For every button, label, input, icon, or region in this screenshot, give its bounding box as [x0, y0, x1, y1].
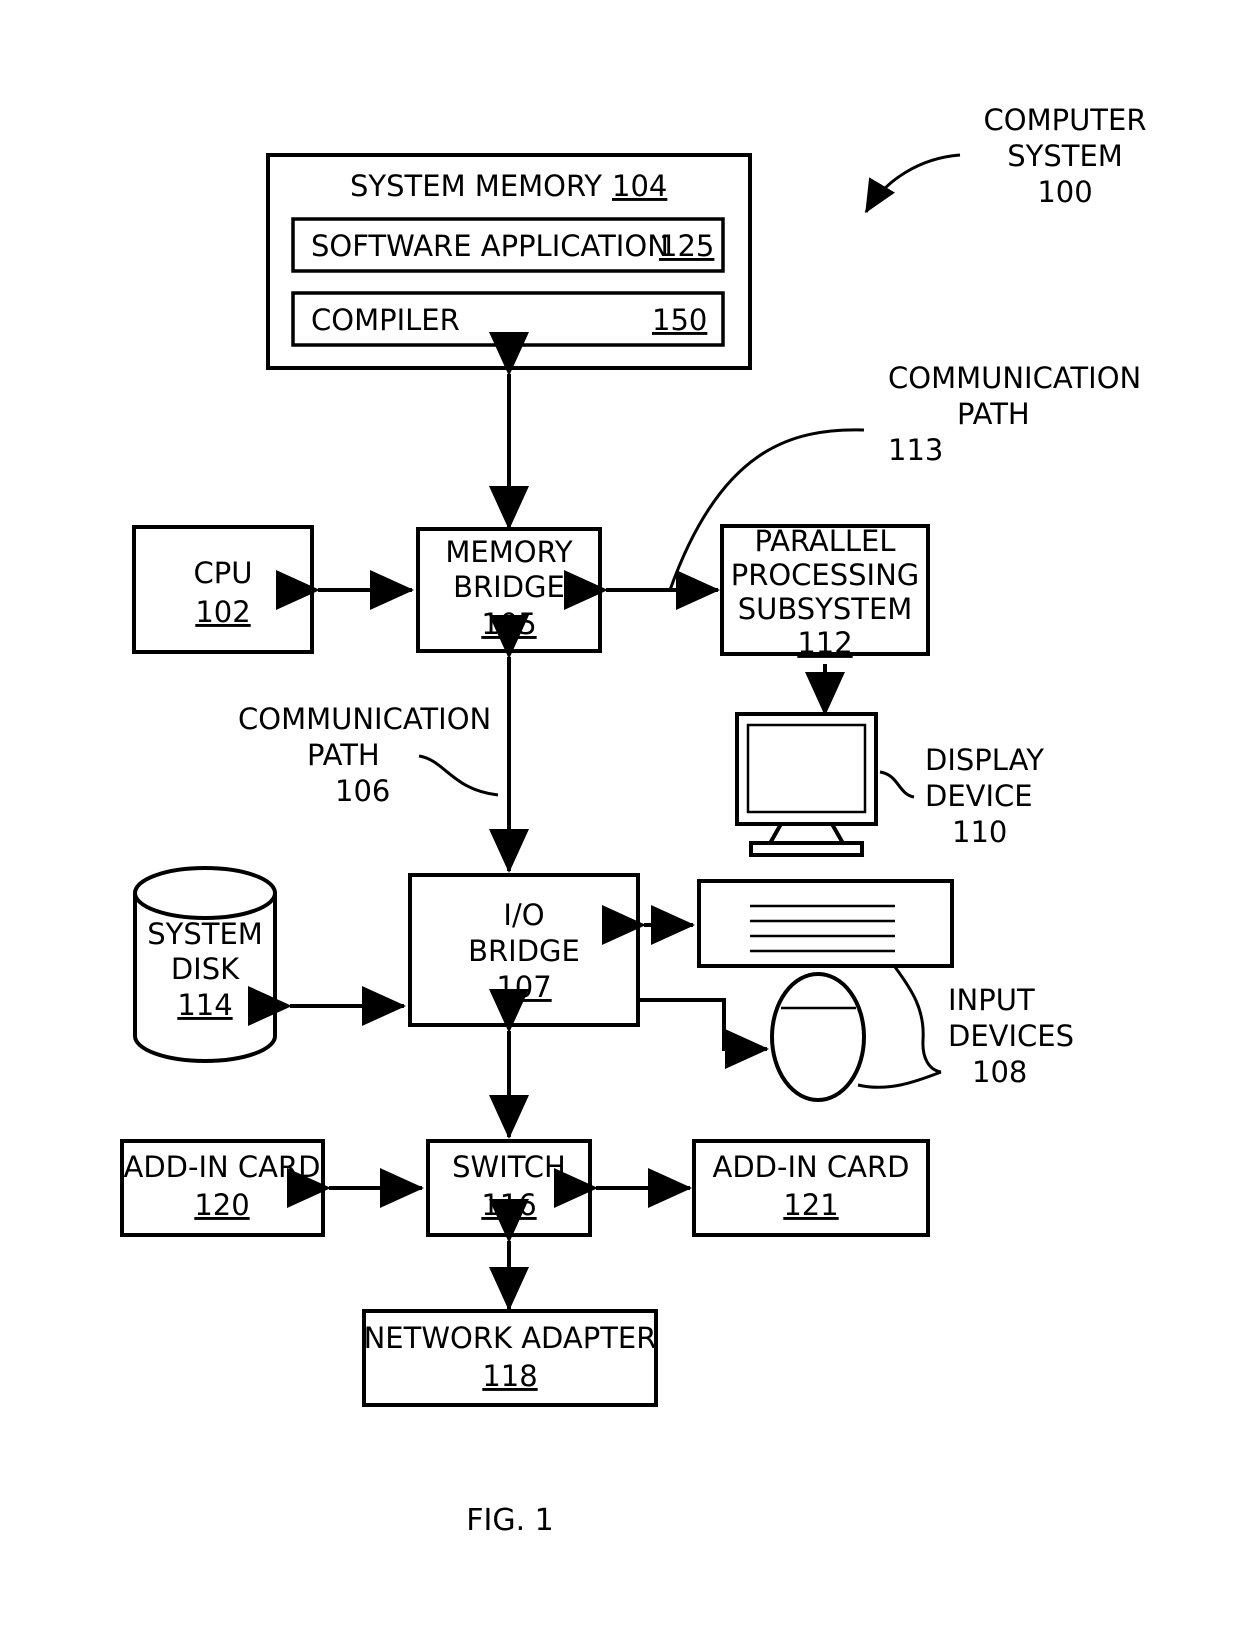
memory-bridge-line2: BRIDGE [453, 570, 565, 604]
input-devices-callout: INPUT DEVICES 108 [857, 966, 1074, 1089]
comm-path-113-line2: PATH [957, 397, 1030, 431]
io-bridge-to-mouse-link [640, 998, 769, 1069]
add-in-card-left-label: ADD-IN CARD [124, 1150, 321, 1184]
parallel-processing-subsystem-block: PARALLEL PROCESSING SUBSYSTEM 112 [720, 524, 930, 660]
communication-path-106-callout: COMMUNICATION PATH 106 [238, 702, 499, 808]
switch-block: SWITCH 116 [426, 1139, 592, 1237]
comm-path-106-line2: PATH [307, 738, 380, 772]
system-disk-block: SYSTEM DISK 114 [133, 866, 277, 1063]
computer-system-label-line1: COMPUTER [984, 103, 1147, 137]
input-devices-leader-mouse [857, 1070, 942, 1089]
pps-ref: 112 [797, 626, 852, 660]
pps-line1: PARALLEL [754, 524, 895, 558]
network-adapter-block: NETWORK ADAPTER 118 [362, 1309, 658, 1407]
cpu-ref: 102 [195, 595, 250, 629]
system-memory-ref: 104 [612, 169, 667, 203]
monitor-bezel [735, 712, 878, 826]
comm-path-106-ref: 106 [335, 774, 390, 808]
io-bridge-line2: BRIDGE [468, 934, 580, 968]
display-device-line1: DISPLAY [925, 743, 1044, 777]
display-device-ref: 110 [952, 815, 1007, 849]
mouse-body [770, 972, 866, 1102]
system-memory-block: SYSTEM MEMORY 104 SOFTWARE APPLICATION 1… [266, 153, 752, 370]
system-disk-ref: 114 [177, 988, 232, 1022]
memory-bridge-block: MEMORY BRIDGE 105 [416, 527, 602, 653]
pps-line2: PROCESSING [731, 558, 920, 592]
add-in-card-left-block: ADD-IN CARD 120 [120, 1139, 325, 1237]
add-in-card-right-ref: 121 [783, 1188, 838, 1222]
computer-system-label-line2: SYSTEM [1007, 139, 1123, 173]
comm-path-106-line1: COMMUNICATION [238, 702, 491, 736]
display-device-leader [879, 770, 915, 799]
keyboard-body [697, 879, 954, 968]
io-bridge-ref: 107 [496, 970, 551, 1004]
system-disk-line2: DISK [171, 952, 240, 986]
switch-label: SWITCH [452, 1150, 566, 1184]
figure-caption: FIG. 1 [466, 1503, 554, 1538]
display-device-line2: DEVICE [925, 779, 1033, 813]
input-devices-leader-keyboard [893, 966, 942, 1074]
display-device-monitor: DISPLAY DEVICE 110 [735, 712, 1044, 857]
input-devices-line2: DEVICES [948, 1019, 1074, 1053]
monitor-base [749, 841, 864, 857]
mouse-input-device [770, 972, 866, 1102]
system-memory-label: SYSTEM MEMORY [350, 169, 602, 203]
computer-system-ref: 100 [1037, 175, 1092, 209]
compiler-ref: 150 [652, 303, 707, 337]
input-devices-ref: 108 [972, 1055, 1027, 1089]
compiler-label: COMPILER [311, 303, 460, 337]
network-adapter-ref: 118 [482, 1359, 537, 1393]
software-application-label: SOFTWARE APPLICATION [311, 229, 669, 263]
add-in-card-right-label: ADD-IN CARD [713, 1150, 910, 1184]
input-devices-line1: INPUT [948, 983, 1035, 1017]
computer-system-block-diagram: SYSTEM MEMORY 104 SOFTWARE APPLICATION 1… [120, 103, 1147, 1538]
add-in-card-right-block: ADD-IN CARD 121 [692, 1139, 930, 1237]
software-application-ref: 125 [659, 229, 714, 263]
comm-path-106-leader [418, 754, 499, 797]
comm-path-113-line1: COMMUNICATION [888, 361, 1141, 395]
add-in-card-left-ref: 120 [194, 1188, 249, 1222]
keyboard-input-device [697, 879, 954, 968]
io-bridge-block: I/O BRIDGE 107 [408, 873, 640, 1027]
io-bridge-line1: I/O [503, 898, 544, 932]
computer-system-callout: COMPUTER SYSTEM 100 [864, 103, 1147, 214]
figure-page: SYSTEM MEMORY 104 SOFTWARE APPLICATION 1… [0, 0, 1240, 1644]
cpu-block: CPU 102 [132, 525, 314, 654]
comm-path-113-ref: 113 [888, 433, 943, 467]
network-adapter-label: NETWORK ADAPTER [364, 1321, 657, 1355]
cpu-label: CPU [194, 556, 253, 590]
system-disk-line1: SYSTEM [147, 917, 263, 951]
compiler-block: COMPILER 150 [291, 291, 725, 347]
pps-line3: SUBSYSTEM [738, 592, 913, 626]
system-disk-top [133, 866, 277, 920]
memory-bridge-line1: MEMORY [445, 535, 572, 569]
switch-ref: 116 [481, 1188, 536, 1222]
software-application-block: SOFTWARE APPLICATION 125 [291, 217, 725, 273]
memory-bridge-ref: 105 [481, 607, 536, 641]
computer-system-leader-arrow [864, 153, 961, 214]
